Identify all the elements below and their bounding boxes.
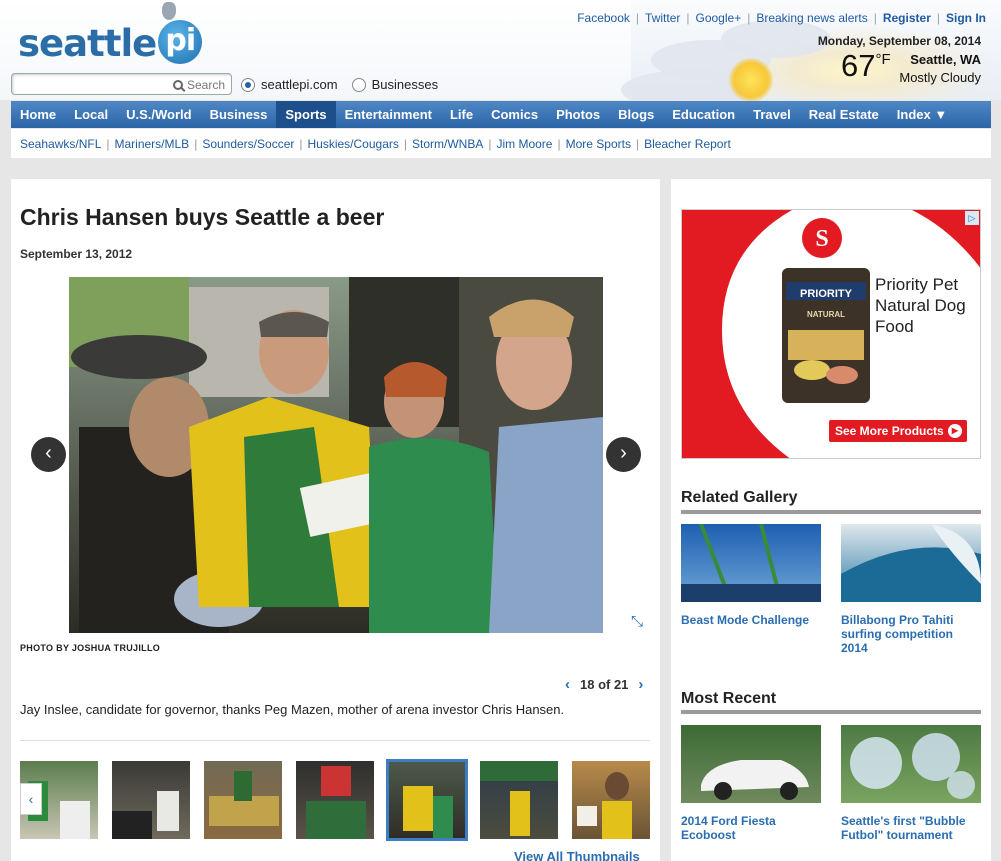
main-nav: Home Local U.S./World Business Sports En…: [11, 101, 991, 128]
site-header: seattle pi Search seattlepi.com Businesse…: [0, 0, 1001, 110]
nav-us-world[interactable]: U.S./World: [117, 101, 200, 128]
current-date: Monday, September 08, 2014: [817, 34, 981, 48]
temperature[interactable]: 67°F: [841, 48, 891, 84]
nav-real-estate[interactable]: Real Estate: [800, 101, 888, 128]
nav-photos[interactable]: Photos: [547, 101, 609, 128]
ad-product-subtitle: NATURAL: [806, 310, 846, 319]
view-all-thumbnails-link[interactable]: View All Thumbnails: [514, 849, 640, 861]
adchoices-icon[interactable]: ▷: [965, 211, 979, 225]
pager-next-icon[interactable]: ›: [638, 676, 643, 693]
weather-city[interactable]: Seattle, WA: [910, 52, 981, 67]
register-link[interactable]: Register: [883, 11, 931, 25]
photo-next-button[interactable]: ›: [606, 437, 641, 472]
ad-product-name: PRIORITY: [800, 288, 852, 300]
most-recent-label-1[interactable]: 2014 Ford Fiesta Ecoboost: [681, 814, 821, 842]
advertisement[interactable]: S PRIORITY NATURAL Priority Pet Natural …: [681, 209, 981, 459]
search-scope: seattlepi.com Businesses: [241, 77, 438, 92]
scope-label-businesses: Businesses: [371, 77, 439, 92]
nav-life[interactable]: Life: [441, 101, 482, 128]
ad-cta-button[interactable]: See More Products ▶: [829, 420, 967, 442]
thumbnail[interactable]: [572, 761, 650, 839]
gallery-title: Chris Hansen buys Seattle a beer: [20, 204, 385, 230]
photo-credit: PHOTO BY JOSHUA TRUJILLO: [20, 643, 161, 653]
googleplus-link[interactable]: Google+: [696, 11, 742, 25]
thumbnail-selected[interactable]: [386, 759, 468, 841]
most-recent-thumb-1[interactable]: [681, 725, 821, 803]
nav-sports[interactable]: Sports: [276, 101, 336, 128]
ad-title: Priority Pet Natural Dog Food: [875, 275, 966, 336]
sports-subnav: Seahawks/NFL | Mariners/MLB | Sounders/Soc…: [11, 129, 991, 158]
nav-home[interactable]: Home: [11, 101, 65, 128]
sign-in-link[interactable]: Sign In: [946, 11, 986, 25]
gallery-photo-image: [69, 277, 603, 633]
subnav-bleacher-report[interactable]: Bleacher Report: [644, 137, 731, 151]
photo-pager: ‹ 18 of 21 ›: [565, 676, 643, 693]
gallery-date: September 13, 2012: [20, 247, 133, 261]
logo-pi-globe: pi: [158, 19, 203, 64]
subnav-mariners[interactable]: Mariners/MLB: [115, 137, 190, 151]
photo-caption: Jay Inslee, candidate for governor, than…: [20, 702, 565, 717]
thumbnail[interactable]: [296, 761, 374, 839]
search-icon: [172, 80, 183, 90]
related-gallery-heading: Related Gallery: [681, 489, 798, 506]
most-recent-label-2[interactable]: Seattle's first "Bubble Futbol" tourname…: [841, 814, 981, 842]
pager-position: 18 of 21: [580, 677, 629, 692]
subnav-seahawks[interactable]: Seahawks/NFL: [20, 137, 101, 151]
weather-conditions: Mostly Cloudy: [899, 70, 981, 85]
search-button[interactable]: Search: [172, 78, 225, 92]
most-recent-rule: [681, 710, 981, 714]
related-gallery-thumb-2[interactable]: [841, 524, 981, 602]
subnav-huskies[interactable]: Huskies/Cougars: [308, 137, 399, 151]
related-gallery-label-1[interactable]: Beast Mode Challenge: [681, 613, 821, 627]
sidebar: S PRIORITY NATURAL Priority Pet Natural …: [671, 179, 991, 861]
nav-travel[interactable]: Travel: [744, 101, 800, 128]
thumbnail[interactable]: [204, 761, 282, 839]
gallery-main: Chris Hansen buys Seattle a beer Septemb…: [11, 179, 660, 861]
breaking-news-link[interactable]: Breaking news alerts: [756, 11, 867, 25]
search-input[interactable]: Search: [11, 73, 232, 95]
nav-comics[interactable]: Comics: [482, 101, 547, 128]
related-gallery-label-2[interactable]: Billabong Pro Tahiti surfing competition…: [841, 613, 981, 655]
divider: [20, 740, 650, 741]
subnav-jim-moore[interactable]: Jim Moore: [496, 137, 552, 151]
pager-prev-icon[interactable]: ‹: [565, 676, 570, 693]
thumbnail[interactable]: [112, 761, 190, 839]
site-logo[interactable]: seattle pi: [18, 19, 203, 68]
thumbnail-strip: [20, 759, 650, 841]
scope-radio-businesses[interactable]: [351, 77, 366, 92]
nav-entertainment[interactable]: Entertainment: [336, 101, 441, 128]
subnav-storm[interactable]: Storm/WNBA: [412, 137, 483, 151]
logo-ornament: [162, 2, 176, 20]
expand-icon[interactable]: ⤡: [631, 613, 643, 630]
subnav-more-sports[interactable]: More Sports: [566, 137, 631, 151]
scope-radio-seattlepi[interactable]: [241, 77, 255, 92]
nav-business[interactable]: Business: [201, 101, 277, 128]
gallery-photo[interactable]: [69, 277, 603, 633]
thumbnail[interactable]: [480, 761, 558, 839]
related-gallery-rule: [681, 510, 981, 514]
photo-prev-button[interactable]: ‹: [31, 437, 66, 472]
nav-index[interactable]: Index ▼: [888, 101, 956, 128]
subnav-sounders[interactable]: Sounders/Soccer: [202, 137, 294, 151]
nav-local[interactable]: Local: [65, 101, 117, 128]
play-icon: ▶: [948, 424, 962, 438]
nav-education[interactable]: Education: [663, 101, 744, 128]
twitter-link[interactable]: Twitter: [645, 11, 680, 25]
most-recent-thumb-2[interactable]: [841, 725, 981, 803]
top-links: Facebook | Twitter | Google+ | Breaking new…: [577, 11, 986, 25]
facebook-link[interactable]: Facebook: [577, 11, 630, 25]
svg-text:S: S: [815, 226, 828, 252]
most-recent-heading: Most Recent: [681, 690, 777, 707]
thumbnails-prev-button[interactable]: ‹: [20, 783, 42, 815]
related-gallery-thumb-1[interactable]: [681, 524, 821, 602]
nav-blogs[interactable]: Blogs: [609, 101, 663, 128]
scope-label-seattlepi: seattlepi.com: [261, 77, 338, 92]
